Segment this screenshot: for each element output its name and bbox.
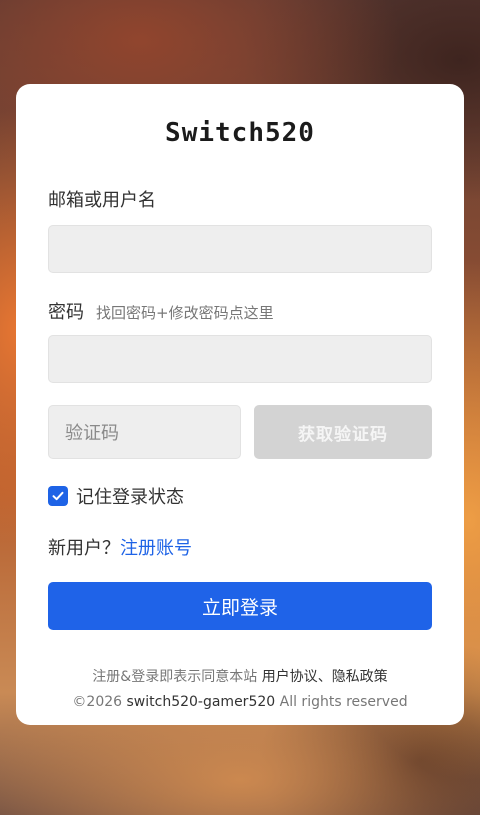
copyright-prefix: ©2026	[72, 694, 123, 710]
terms-notice: 注册&登录即表示同意本站 用户协议、隐私政策	[16, 666, 464, 686]
copyright: ©2026 switch520-gamer520 All rights rese…	[16, 694, 464, 710]
captcha-input[interactable]: 验证码	[48, 405, 241, 459]
password-label: 密码	[48, 302, 84, 323]
site-logo: Switch520	[165, 118, 315, 148]
new-user-row: 新用户？注册账号	[48, 534, 192, 560]
privacy-policy-link[interactable]: 隐私政策	[332, 669, 388, 685]
username-input[interactable]	[48, 225, 432, 273]
checkbox-checked-icon	[48, 486, 68, 506]
password-label-row: 密码 找回密码+修改密码点这里	[48, 298, 274, 324]
terms-prefix: 注册&登录即表示同意本站	[92, 669, 258, 685]
captcha-placeholder: 验证码	[65, 423, 119, 444]
rights-text: All rights reserved	[279, 694, 408, 710]
username-label: 邮箱或用户名	[48, 190, 156, 211]
site-name: switch520-gamer520	[126, 694, 276, 710]
terms-separator: 、	[317, 669, 332, 685]
login-card: Switch520 邮箱或用户名 密码 找回密码+修改密码点这里 验证码 获取验…	[16, 84, 464, 725]
password-input[interactable]	[48, 335, 432, 383]
new-user-text: 新用户？	[48, 538, 120, 559]
remember-me-label: 记住登录状态	[76, 487, 184, 508]
get-code-button[interactable]: 获取验证码	[254, 405, 432, 459]
user-agreement-link[interactable]: 用户协议	[262, 669, 318, 685]
login-button[interactable]: 立即登录	[48, 582, 432, 630]
forgot-password-link[interactable]: 找回密码+修改密码点这里	[96, 302, 274, 323]
register-link[interactable]: 注册账号	[120, 538, 192, 559]
remember-me-checkbox[interactable]: 记住登录状态	[48, 483, 184, 509]
